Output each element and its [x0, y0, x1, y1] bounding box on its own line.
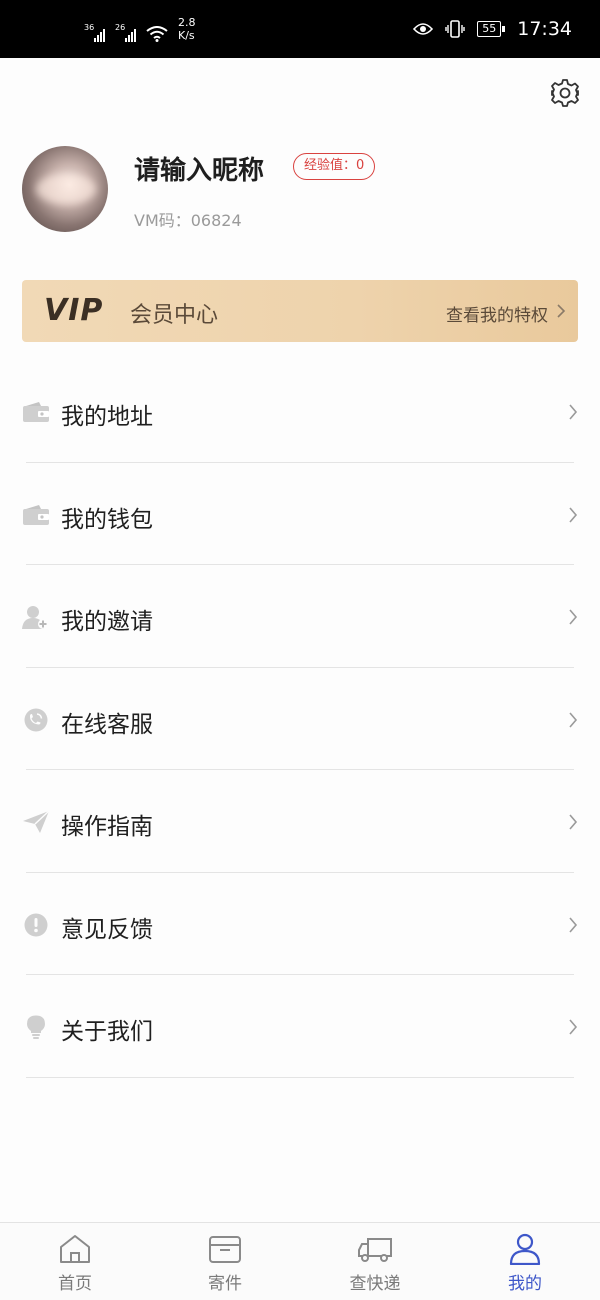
- menu-item-label: 操作指南: [61, 814, 153, 840]
- divider: [26, 1076, 574, 1078]
- vip-logo: VIP: [44, 293, 104, 328]
- tab-label: 我的: [508, 1274, 542, 1294]
- menu-item-address[interactable]: 我的地址: [0, 360, 600, 463]
- vip-title: 会员中心: [130, 303, 219, 328]
- user-icon: [509, 1233, 541, 1265]
- menu-item-guide[interactable]: 操作指南: [0, 770, 600, 873]
- clock: 17:34: [517, 18, 572, 40]
- chevron-right-icon: [569, 1019, 578, 1035]
- vm-code: VM码：06824: [134, 211, 242, 230]
- vip-privileges-link[interactable]: 查看我的特权: [446, 301, 548, 326]
- menu-item-invite[interactable]: 我的邀请: [0, 565, 600, 668]
- chevron-right-icon: [557, 304, 566, 318]
- chevron-right-icon: [569, 404, 578, 420]
- menu-item-feedback[interactable]: 意见反馈: [0, 873, 600, 975]
- menu-item-wallet[interactable]: 我的钱包: [0, 463, 600, 565]
- menu-item-label: 我的地址: [61, 404, 153, 430]
- bottom-tab-bar: 首页 寄件 查快递 我的: [0, 1222, 600, 1300]
- bulb-icon: [27, 1015, 45, 1039]
- menu-item-label: 意见反馈: [61, 916, 153, 943]
- chevron-right-icon: [569, 609, 578, 625]
- status-bar: 36 26 2.8 K/s 55 17:34: [0, 0, 600, 58]
- box-icon: [209, 1236, 241, 1263]
- wallet-icon: [23, 402, 49, 422]
- battery-icon: 55: [477, 21, 506, 37]
- wifi-icon: [146, 26, 168, 42]
- wallet-icon: [23, 504, 49, 525]
- avatar[interactable]: [22, 146, 108, 232]
- menu-item-label: 我的邀请: [61, 609, 153, 635]
- exp-badge: 经验值：0: [293, 153, 376, 180]
- signal-tag: 36: [84, 23, 95, 32]
- tab-track[interactable]: 查快递: [300, 1223, 450, 1300]
- menu-item-label: 关于我们: [61, 1019, 153, 1045]
- network-speed: 2.8 K/s: [178, 16, 196, 42]
- phone-icon: [24, 708, 48, 731]
- send-icon: [23, 810, 50, 833]
- nickname[interactable]: 请输入昵称: [134, 150, 264, 187]
- menu-item-label: 在线客服: [61, 711, 153, 738]
- tab-send[interactable]: 寄件: [150, 1223, 300, 1300]
- tab-label: 寄件: [208, 1274, 242, 1294]
- vip-banner[interactable]: VIP 会员中心 查看我的特权: [22, 280, 578, 342]
- eye-comfort-icon: [413, 23, 434, 35]
- chevron-right-icon: [569, 711, 578, 728]
- menu-item-label: 我的钱包: [61, 506, 153, 533]
- tab-label: 查快递: [349, 1274, 401, 1294]
- menu-item-about[interactable]: 关于我们: [0, 975, 600, 1078]
- vibrate-icon: [445, 20, 465, 38]
- feedback-icon: [24, 913, 48, 936]
- home-icon: [60, 1235, 90, 1263]
- network-status: 36 26 2.8 K/s: [84, 16, 196, 42]
- signal-tag: 26: [115, 23, 126, 32]
- cell-signal-icon: 26: [115, 23, 136, 42]
- speed-unit: K/s: [178, 29, 195, 42]
- menu-item-customer-service[interactable]: 在线客服: [0, 668, 600, 770]
- system-status: 55 17:34: [413, 18, 572, 40]
- speed-value: 2.8: [178, 16, 196, 29]
- settings-gear-icon[interactable]: [550, 78, 580, 108]
- truck-icon: [358, 1238, 392, 1262]
- tab-mine[interactable]: 我的: [450, 1223, 600, 1300]
- tab-label: 首页: [58, 1274, 92, 1294]
- user-add-icon: [22, 606, 48, 629]
- cell-signal-icon: 36: [84, 23, 105, 42]
- tab-home[interactable]: 首页: [0, 1223, 150, 1300]
- chevron-right-icon: [569, 916, 578, 933]
- battery-level: 55: [482, 22, 497, 35]
- chevron-right-icon: [569, 814, 578, 830]
- chevron-right-icon: [569, 506, 578, 523]
- menu-list: 我的地址 我的钱包 我的邀请 在线客服 操作指南 意见反馈 关于我们: [0, 360, 600, 1078]
